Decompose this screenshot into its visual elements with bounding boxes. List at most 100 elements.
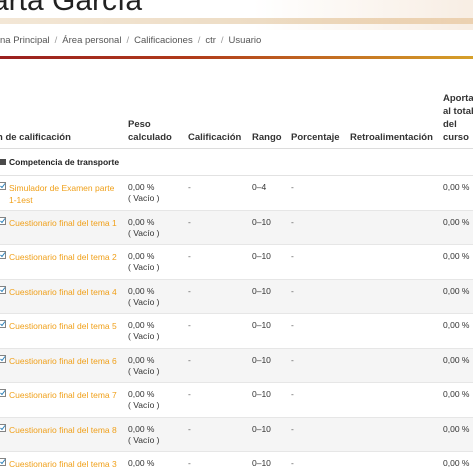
contribution-cell: 0,00 % xyxy=(443,354,470,365)
range-cell: 0–4 xyxy=(252,182,267,192)
column-header-percentage: Porcentaje xyxy=(291,132,340,143)
percentage-cell: - xyxy=(291,423,294,434)
weight-value: 0,00 % xyxy=(128,354,155,365)
grade-cell: - xyxy=(188,389,191,399)
weight-empty-note: ( Vacío ) xyxy=(128,434,160,445)
contribution-cell: 0,00 % xyxy=(443,216,470,227)
quiz-icon xyxy=(0,251,6,259)
weight-cell: 0,00 %( Vacío ) xyxy=(128,217,160,239)
grade-item-link[interactable]: Cuestionario final del tema 7 xyxy=(9,389,124,401)
weight-value: 0,00 % xyxy=(128,389,155,399)
weight-value: 0,00 % xyxy=(128,285,155,296)
breadcrumb-grades[interactable]: Calificaciones xyxy=(134,35,193,46)
breadcrumb-separator: / xyxy=(197,35,201,46)
percentage-cell: - xyxy=(291,458,294,468)
breadcrumb-personal-area[interactable]: Área personal xyxy=(62,35,121,46)
quiz-icon xyxy=(0,182,6,190)
grade-item-link[interactable]: Cuestionario final del tema 5 xyxy=(9,320,124,332)
header-decoration xyxy=(253,0,473,30)
grade-cell: - xyxy=(188,216,191,227)
percentage-cell: - xyxy=(291,285,294,296)
percentage-cell: - xyxy=(291,251,294,261)
table-row: Cuestionario final del tema 1 0,00 %( Vac… xyxy=(0,210,473,245)
grade-item-link[interactable]: Cuestionario final del tema 1 xyxy=(9,217,124,229)
grade-item-link[interactable]: Cuestionario final del tema 8 xyxy=(9,424,124,436)
breadcrumb-home[interactable]: na Principal xyxy=(0,35,50,46)
range-cell: 0–10 xyxy=(252,285,271,296)
table-row: Cuestionario final del tema 7 0,00 %( Vac… xyxy=(0,383,473,418)
contribution-cell: 0,00 % xyxy=(443,251,470,261)
weight-cell: 0,00 %( Vacío ) xyxy=(128,286,160,308)
range-cell: 0–10 xyxy=(252,423,271,434)
weight-cell: 0,00 %( Vacío ) xyxy=(128,320,160,342)
column-header-weight: Peso calculado xyxy=(128,119,172,143)
weight-cell: 0,00 %( Vacío ) xyxy=(128,424,160,446)
table-header: n de calificación Peso calculado Calific… xyxy=(0,77,473,149)
weight-empty-note: ( Vacío ) xyxy=(128,400,160,410)
percentage-cell: - xyxy=(291,389,294,399)
grade-item-link[interactable]: Cuestionario final del tema 6 xyxy=(9,355,124,367)
weight-empty-note: ( Vacío ) xyxy=(128,331,160,341)
contribution-cell: 0,00 % xyxy=(443,182,470,192)
contribution-cell: 0,00 % xyxy=(443,320,470,330)
breadcrumb: na Principal / Área personal / Calificacione… xyxy=(0,35,261,47)
weight-cell: 0,00 %( Vacío ) xyxy=(128,251,160,273)
quiz-icon xyxy=(0,354,6,363)
grade-cell: - xyxy=(188,320,191,330)
category-row: Competencia de transporte xyxy=(0,149,473,176)
grade-item-link[interactable]: Cuestionario final del tema 2 xyxy=(9,251,124,263)
weight-cell: 0,00 % xyxy=(128,458,154,469)
table-row: Simulador de Examen parte 1-1est 0,00 %( … xyxy=(0,176,473,211)
percentage-cell: - xyxy=(291,216,294,227)
weight-empty-note: ( Vacío ) xyxy=(128,296,160,307)
breadcrumb-separator: / xyxy=(54,35,58,46)
column-header-feedback: Retroalimentación xyxy=(350,132,433,143)
weight-empty-note: ( Vacío ) xyxy=(128,262,160,272)
percentage-cell: - xyxy=(291,354,294,365)
weight-cell: 0,00 %( Vacío ) xyxy=(128,389,160,411)
quiz-icon xyxy=(0,216,6,225)
header-divider xyxy=(0,56,473,59)
table-row: Cuestionario final del tema 4 0,00 %( Vac… xyxy=(0,279,473,314)
table-row: Cuestionario final del tema 5 0,00 %( Vac… xyxy=(0,314,473,349)
breadcrumb-separator: / xyxy=(220,35,224,46)
grade-item-link[interactable]: Cuestionario final del tema 4 xyxy=(9,286,124,298)
range-cell: 0–10 xyxy=(252,389,271,399)
grades-table: n de calificación Peso calculado Calific… xyxy=(0,77,473,473)
weight-value: 0,00 % xyxy=(128,182,155,192)
table-row: Cuestionario final del tema 2 0,00 %( Vac… xyxy=(0,245,473,280)
page-header: arta García xyxy=(0,0,473,58)
grade-cell: - xyxy=(188,423,191,434)
table-row: Cuestionario final del tema 3 0,00 % - 0–10… xyxy=(0,452,473,473)
contribution-cell: 0,00 % xyxy=(443,423,470,434)
grade-item-link[interactable]: Cuestionario final del tema 3 xyxy=(9,458,124,470)
grade-cell: - xyxy=(188,285,191,296)
column-header-range: Rango xyxy=(252,132,282,143)
range-cell: 0–10 xyxy=(252,251,271,261)
weight-cell: 0,00 %( Vacío ) xyxy=(128,182,160,204)
percentage-cell: - xyxy=(291,320,294,330)
quiz-icon xyxy=(0,285,6,294)
column-header-grade: Calificación xyxy=(188,132,242,143)
breadcrumb-course[interactable]: ctr xyxy=(205,35,216,46)
weight-empty-note: ( Vacío ) xyxy=(128,193,160,203)
contribution-cell: 0,00 % xyxy=(443,458,470,468)
quiz-icon xyxy=(0,423,6,432)
contribution-cell: 0,00 % xyxy=(443,285,470,296)
contribution-cell: 0,00 % xyxy=(443,389,470,399)
quiz-icon xyxy=(0,389,6,397)
weight-empty-note: ( Vacío ) xyxy=(128,365,160,376)
weight-value: 0,00 % xyxy=(128,216,155,227)
column-header-name: n de calificación xyxy=(0,132,71,143)
table-row: Cuestionario final del tema 6 0,00 %( Vac… xyxy=(0,348,473,383)
folder-icon xyxy=(0,159,6,165)
percentage-cell: - xyxy=(291,182,294,192)
weight-value: 0,00 % xyxy=(128,320,155,330)
range-cell: 0–10 xyxy=(252,320,271,330)
breadcrumb-separator: / xyxy=(126,35,130,46)
grade-cell: - xyxy=(188,354,191,365)
range-cell: 0–10 xyxy=(252,458,271,468)
weight-value: 0,00 % xyxy=(128,251,155,261)
grade-cell: - xyxy=(188,182,191,192)
grade-item-link[interactable]: Simulador de Examen parte 1-1est xyxy=(9,182,124,206)
